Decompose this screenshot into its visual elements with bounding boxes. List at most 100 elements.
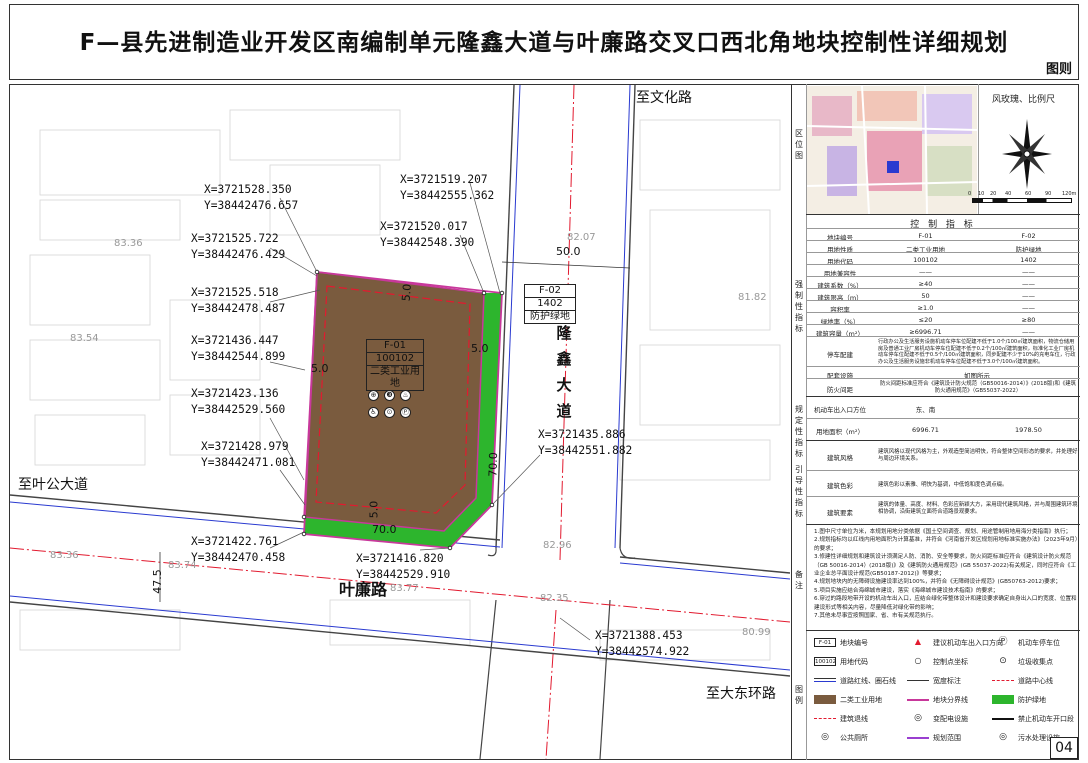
reg-value: 东、南 bbox=[915, 406, 936, 414]
loc-label: 区位图 bbox=[795, 129, 803, 160]
strong-row: 用地代码 100102 1402 bbox=[806, 252, 1080, 266]
road-char: 鑫 bbox=[556, 350, 572, 368]
strong-value: ≤20 bbox=[918, 316, 933, 324]
planning-sheet: F—县先进制造业开发区南编制单元隆鑫大道与叶廉路交叉口西北角地块控制性详细规划 … bbox=[0, 0, 1088, 763]
head-cell: F-01 bbox=[918, 232, 933, 240]
dim-top: 5.0 bbox=[399, 283, 414, 302]
legend-swatch bbox=[992, 718, 1014, 720]
coord-label: X=3721519.207 Y=38442555.362 bbox=[400, 173, 495, 202]
compass-title: 风玫瑰、比例尺 bbox=[992, 95, 1056, 105]
scale-tick: 10 bbox=[978, 191, 985, 197]
trash-icon: ⊙ bbox=[384, 407, 395, 418]
legend-swatch bbox=[992, 695, 1014, 704]
dim-bottom: 5.0 bbox=[367, 500, 381, 519]
guide-text: 建筑的体量、高度、材料、色彩应新颖大方，采用现代建筑风格，并与周围建筑环境相协调… bbox=[878, 502, 1078, 515]
elevation: 80.99 bbox=[742, 627, 771, 638]
legend-swatch bbox=[814, 678, 836, 682]
legend-label-text: 机动车停车位 bbox=[1018, 639, 1060, 647]
guide-label: 引导性指标 bbox=[795, 465, 803, 518]
road-char: 道 bbox=[556, 402, 572, 420]
strong-value: 100102 bbox=[913, 256, 938, 264]
legend-label: 图例 bbox=[795, 685, 803, 705]
elevation: 81.82 bbox=[738, 292, 767, 303]
legend-label-text: 变配电设施 bbox=[933, 715, 968, 723]
coord-label: X=3721528.350 Y=38442476.657 bbox=[204, 183, 299, 212]
legend-label-text: 地块分界线 bbox=[933, 696, 968, 704]
fire-value: 防火间距标准应符合《建筑设计防火规范（GB50016-2014）》(2018版)… bbox=[879, 381, 1077, 394]
guide-name: 建筑色彩 bbox=[827, 482, 853, 490]
dim-road-width: 50.0 bbox=[556, 245, 581, 258]
coord-label: X=3721525.722 Y=38442476.429 bbox=[191, 232, 286, 261]
dim-height: 70.0 bbox=[486, 452, 501, 477]
legend-swatch: ▲ bbox=[914, 637, 922, 646]
legend-swatch: ◎ bbox=[821, 732, 829, 742]
road-name-southeast: 至大东环路 bbox=[706, 686, 776, 702]
scale-tick: 20 bbox=[990, 191, 997, 197]
legend-swatch bbox=[907, 699, 929, 701]
scale-tick: 90 bbox=[1045, 191, 1052, 197]
toilet-icon: ❸ bbox=[384, 390, 395, 401]
title-tag: 图则 bbox=[1045, 62, 1072, 77]
dim-road-47: 47.5 bbox=[150, 569, 164, 594]
plot-label-f01: F-01 100102 二类工业用地 bbox=[366, 339, 424, 391]
guide-name: 建筑风格 bbox=[827, 454, 853, 462]
strong-row: 建筑系数（%） ≥40 —— bbox=[806, 276, 1080, 290]
coord-label: X=3721422.761 Y=38442470.458 bbox=[191, 535, 286, 564]
road-name-west: 至叶公大道 bbox=[18, 477, 88, 493]
legend-swatch: ◎ bbox=[999, 732, 1007, 742]
legend-swatch: ⊙ bbox=[999, 656, 1007, 666]
elevation: 82.07 bbox=[567, 232, 596, 243]
legend-label-text: 控制点坐标 bbox=[933, 658, 968, 666]
coord-label: X=3721416.820 Y=38442529.910 bbox=[356, 552, 451, 581]
coord-label: X=3721525.518 Y=38442478.487 bbox=[191, 286, 286, 315]
strong-value: —— bbox=[1022, 328, 1035, 336]
legend-label-text: 禁止机动车开口段 bbox=[1018, 715, 1074, 723]
strong-value: —— bbox=[1022, 292, 1035, 300]
elevation: 83.54 bbox=[70, 333, 99, 344]
strong-value: 1402 bbox=[1020, 256, 1037, 264]
strong-row: 容积率 ≥1.0 —— bbox=[806, 300, 1080, 314]
parking-name: 停车配建 bbox=[827, 351, 853, 359]
scale-tick: 40 bbox=[1005, 191, 1012, 197]
plot-label-f02: F-02 1402 防护绿地 bbox=[524, 284, 576, 324]
strong-value: 50 bbox=[921, 292, 930, 300]
elevation: 83.36 bbox=[50, 550, 79, 561]
elevation: 82.96 bbox=[543, 540, 572, 551]
strong-row: 建筑限高（m） 50 —— bbox=[806, 288, 1080, 302]
page-number: 04 bbox=[1050, 737, 1078, 759]
elevation: 83.36 bbox=[114, 238, 143, 249]
legend-label-text: 二类工业用地 bbox=[840, 696, 882, 704]
strong-row: 用地性质 二类工业用地 防护绿地 bbox=[806, 240, 1080, 254]
reg-name: 用地面积（m²） bbox=[816, 428, 864, 436]
legend-swatch: ○ bbox=[914, 656, 922, 665]
elevation: 83.77 bbox=[390, 583, 419, 594]
location-map bbox=[807, 86, 977, 214]
legend-swatch: 100102 bbox=[814, 657, 836, 666]
guide-text: 建筑风格以现代风格为主，外观造型简洁明快，符合整体空间形态的要求，并处理好与周边… bbox=[878, 449, 1078, 462]
strong-value: —— bbox=[919, 268, 932, 276]
strong-value: ≥1.0 bbox=[917, 304, 934, 312]
notes-label: 备注 bbox=[795, 570, 803, 590]
strong-label: 强制性指标 bbox=[795, 280, 803, 333]
dim-right: 5.0 bbox=[471, 342, 489, 355]
dim-width: 70.0 bbox=[372, 523, 397, 536]
regulatory-label: 规定性指标 bbox=[795, 405, 803, 458]
strong-row: 绿地率（%） ≤20 ≥80 bbox=[806, 312, 1080, 326]
elevation: 83.74 bbox=[168, 560, 197, 571]
legend-swatch: ◎ bbox=[914, 713, 922, 723]
strong-value: —— bbox=[1022, 268, 1035, 276]
legend-label-text: 规划范围 bbox=[933, 734, 961, 742]
legend-label-text: 道路中心线 bbox=[1018, 677, 1053, 685]
scale-bar bbox=[972, 198, 1072, 203]
guide-name: 建筑要素 bbox=[827, 509, 853, 517]
electric-facility-icon: ⊕ bbox=[368, 390, 379, 401]
road-name-north: 至文化路 bbox=[636, 90, 692, 106]
notes-block: 1.图中尺寸单位为米，本规划用地分类依据《国土空间调查、规划、用途管制用地用海分… bbox=[814, 529, 1078, 620]
legend-swatch bbox=[992, 680, 1014, 682]
road-char: 大 bbox=[556, 376, 572, 394]
legend-label-text: 用地代码 bbox=[840, 658, 868, 666]
legend-label-text: 公共厕所 bbox=[840, 734, 868, 742]
legend-label-text: 地块编号 bbox=[840, 639, 868, 647]
scale-tick: 0 bbox=[968, 191, 972, 197]
coord-label: X=3721428.979 Y=38442471.081 bbox=[201, 440, 296, 469]
